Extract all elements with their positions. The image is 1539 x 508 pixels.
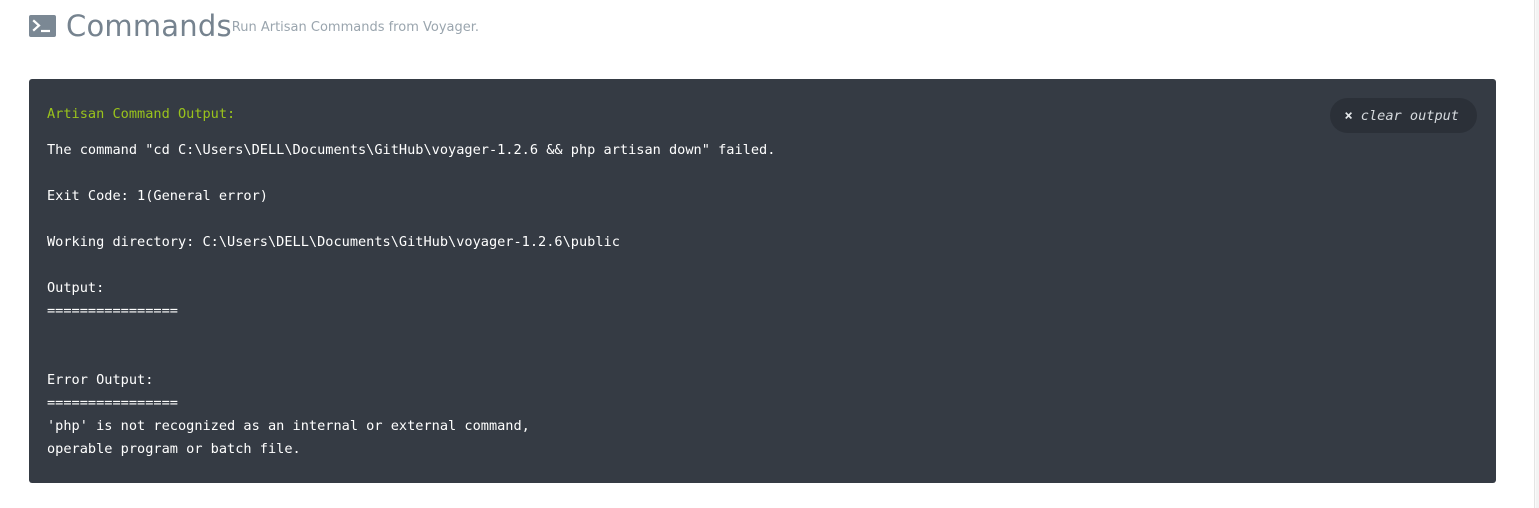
output-line <box>47 346 1478 369</box>
output-line: The command "cd C:\Users\DELL\Documents\… <box>47 142 776 158</box>
page-title: Commands <box>66 9 232 43</box>
terminal-icon <box>29 15 56 37</box>
clear-output-label: clear output <box>1360 107 1459 124</box>
output-heading: Artisan Command Output: <box>47 106 236 122</box>
output-line: Exit Code: 1(General error) <box>47 188 268 204</box>
page-subtitle: Run Artisan Commands from Voyager. <box>231 19 480 35</box>
output-line: 'php' is not recognized as an internal o… <box>47 418 530 434</box>
output-line <box>47 162 1478 185</box>
page-header: Commands Run Artisan Commands from Voyag… <box>29 8 479 44</box>
output-line: Error Output: <box>47 372 154 388</box>
output-line: ================ <box>47 303 178 319</box>
clear-output-button[interactable]: × clear output <box>1330 98 1477 133</box>
output-line: Working directory: C:\Users\DELL\Documen… <box>47 234 620 250</box>
output-line <box>47 323 1478 346</box>
output-line: ================ <box>47 395 178 411</box>
output-lines: The command "cd C:\Users\DELL\Documents\… <box>47 139 1478 461</box>
output-line <box>47 254 1478 277</box>
output-line: Output: <box>47 280 105 296</box>
close-icon: × <box>1344 107 1353 124</box>
page: Commands Run Artisan Commands from Voyag… <box>0 0 1535 508</box>
command-output-panel: Artisan Command Output: × clear output T… <box>29 79 1496 483</box>
output-line: operable program or batch file. <box>47 441 301 457</box>
output-line <box>47 208 1478 231</box>
